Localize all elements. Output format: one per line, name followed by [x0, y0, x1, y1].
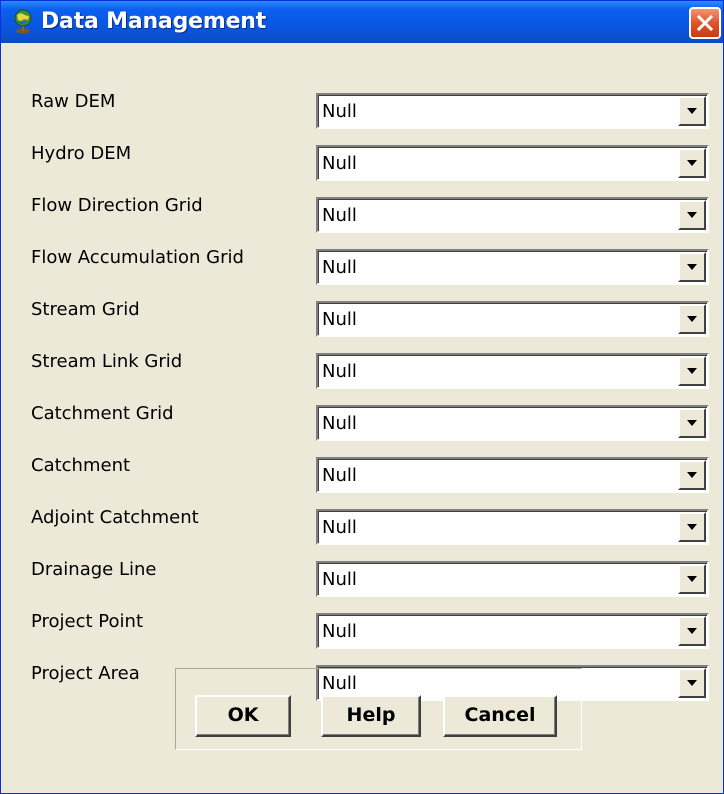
stream-grid-label: Stream Grid	[31, 299, 140, 320]
chevron-down-icon	[687, 680, 697, 686]
globe-app-icon	[11, 9, 35, 35]
chevron-down-icon	[687, 472, 697, 478]
close-icon	[696, 14, 714, 32]
field-row-catchment: Catchment Null	[1, 453, 723, 493]
help-button[interactable]: Help	[321, 695, 421, 737]
field-row-catchment-grid: Catchment Grid Null	[1, 401, 723, 441]
chevron-down-icon	[687, 316, 697, 322]
stream-link-grid-value: Null	[322, 361, 357, 382]
field-row-project-point: Project Point Null	[1, 609, 723, 649]
hydro-dem-select[interactable]: Null	[316, 145, 709, 181]
ok-button[interactable]: OK	[195, 695, 291, 737]
chevron-down-icon	[687, 160, 697, 166]
flow-direction-grid-value: Null	[322, 205, 357, 226]
raw-dem-select[interactable]: Null	[316, 93, 709, 129]
field-row-stream-grid: Stream Grid Null	[1, 297, 723, 337]
catchment-grid-dropdown-button[interactable]	[678, 408, 706, 438]
field-row-drainage-line: Drainage Line Null	[1, 557, 723, 597]
flow-direction-grid-dropdown-button[interactable]	[678, 200, 706, 230]
hydro-dem-value: Null	[322, 153, 357, 174]
field-row-flow-direction-grid: Flow Direction Grid Null	[1, 193, 723, 233]
project-area-label: Project Area	[31, 663, 140, 684]
project-point-select[interactable]: Null	[316, 613, 709, 649]
stream-grid-value: Null	[322, 309, 357, 330]
stream-link-grid-select[interactable]: Null	[316, 353, 709, 389]
chevron-down-icon	[687, 628, 697, 634]
flow-accumulation-grid-label: Flow Accumulation Grid	[31, 247, 244, 268]
data-management-dialog: Data Management Raw DEM Null Hydro DEM N…	[0, 0, 724, 794]
catchment-select[interactable]: Null	[316, 457, 709, 493]
stream-link-grid-dropdown-button[interactable]	[678, 356, 706, 386]
flow-accumulation-grid-select[interactable]: Null	[316, 249, 709, 285]
stream-grid-select[interactable]: Null	[316, 301, 709, 337]
catchment-label: Catchment	[31, 455, 131, 476]
stream-grid-dropdown-button[interactable]	[678, 304, 706, 334]
catchment-grid-label: Catchment Grid	[31, 403, 174, 424]
chevron-down-icon	[687, 264, 697, 270]
chevron-down-icon	[687, 420, 697, 426]
chevron-down-icon	[687, 368, 697, 374]
adjoint-catchment-label: Adjoint Catchment	[31, 507, 199, 528]
flow-accumulation-grid-value: Null	[322, 257, 357, 278]
flow-direction-grid-select[interactable]: Null	[316, 197, 709, 233]
catchment-grid-value: Null	[322, 413, 357, 434]
project-point-label: Project Point	[31, 611, 143, 632]
hydro-dem-label: Hydro DEM	[31, 143, 132, 164]
raw-dem-label: Raw DEM	[31, 91, 116, 112]
close-button[interactable]	[689, 7, 721, 39]
drainage-line-value: Null	[322, 569, 357, 590]
stream-link-grid-label: Stream Link Grid	[31, 351, 183, 372]
field-row-hydro-dem: Hydro DEM Null	[1, 141, 723, 181]
catchment-value: Null	[322, 465, 357, 486]
flow-direction-grid-label: Flow Direction Grid	[31, 195, 203, 216]
cancel-button[interactable]: Cancel	[443, 695, 557, 737]
adjoint-catchment-dropdown-button[interactable]	[678, 512, 706, 542]
title-bar[interactable]: Data Management	[1, 1, 723, 43]
catchment-grid-select[interactable]: Null	[316, 405, 709, 441]
field-row-raw-dem: Raw DEM Null	[1, 89, 723, 129]
project-point-dropdown-button[interactable]	[678, 616, 706, 646]
project-area-dropdown-button[interactable]	[678, 668, 706, 698]
raw-dem-value: Null	[322, 101, 357, 122]
drainage-line-dropdown-button[interactable]	[678, 564, 706, 594]
drainage-line-label: Drainage Line	[31, 559, 157, 580]
chevron-down-icon	[687, 108, 697, 114]
field-row-adjoint-catchment: Adjoint Catchment Null	[1, 505, 723, 545]
project-point-value: Null	[322, 621, 357, 642]
adjoint-catchment-value: Null	[322, 517, 357, 538]
field-row-flow-accumulation-grid: Flow Accumulation Grid Null	[1, 245, 723, 285]
chevron-down-icon	[687, 524, 697, 530]
window-title: Data Management	[41, 9, 267, 34]
field-row-stream-link-grid: Stream Link Grid Null	[1, 349, 723, 389]
adjoint-catchment-select[interactable]: Null	[316, 509, 709, 545]
drainage-line-select[interactable]: Null	[316, 561, 709, 597]
catchment-dropdown-button[interactable]	[678, 460, 706, 490]
flow-accumulation-grid-dropdown-button[interactable]	[678, 252, 706, 282]
raw-dem-dropdown-button[interactable]	[678, 96, 706, 126]
hydro-dem-dropdown-button[interactable]	[678, 148, 706, 178]
chevron-down-icon	[687, 576, 697, 582]
chevron-down-icon	[687, 212, 697, 218]
